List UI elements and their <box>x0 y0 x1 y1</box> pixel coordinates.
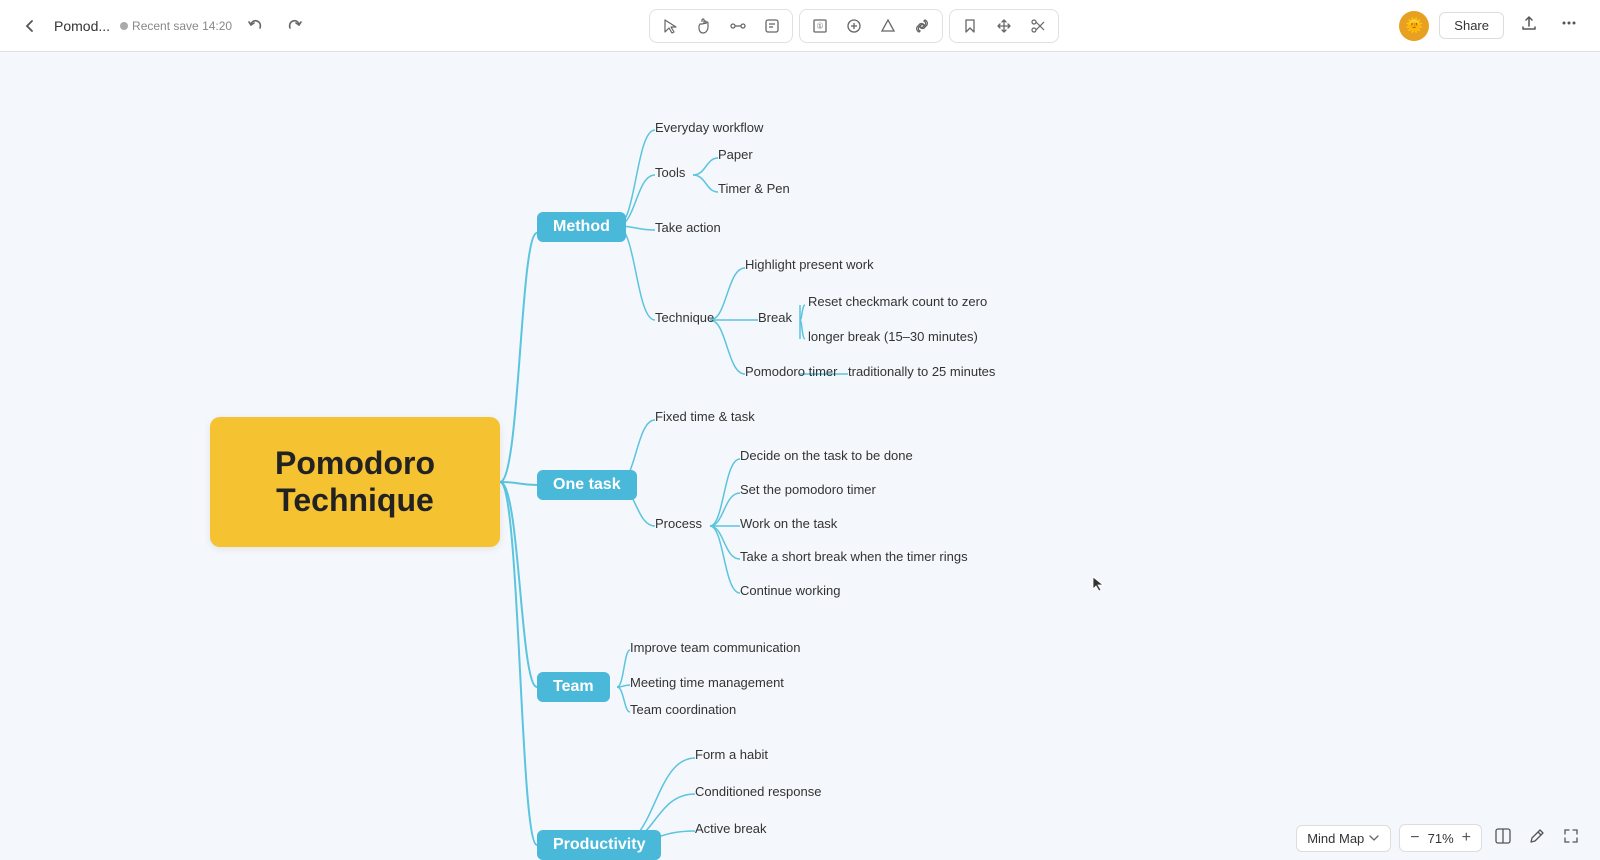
leaf-traditionally[interactable]: traditionally to 25 minutes <box>848 364 995 379</box>
tab-title: Pomod... <box>54 18 110 34</box>
save-label: Recent save 14:20 <box>132 19 232 33</box>
zoom-controls: − 71% + <box>1399 824 1482 852</box>
leaf-reset[interactable]: Reset checkmark count to zero <box>808 294 987 309</box>
tool-scissors[interactable] <box>1022 12 1054 40</box>
leaf-habit[interactable]: Form a habit <box>695 747 768 762</box>
svg-text:①: ① <box>816 21 823 30</box>
upload-button[interactable] <box>1514 10 1544 41</box>
expand-button[interactable] <box>1558 823 1584 854</box>
leaf-break[interactable]: Break <box>758 310 792 325</box>
tool-bookmark[interactable] <box>954 12 986 40</box>
leaf-tools[interactable]: Tools <box>655 165 685 180</box>
toolbar-group-2: ① <box>799 9 943 43</box>
cursor <box>1090 575 1102 587</box>
leaf-pomodoro[interactable]: Pomodoro timer <box>745 364 837 379</box>
leaf-coordination[interactable]: Team coordination <box>630 702 736 717</box>
leaf-everyday[interactable]: Everyday workflow <box>655 120 763 135</box>
branch-method[interactable]: Method <box>537 212 626 242</box>
back-button[interactable] <box>16 14 44 38</box>
branch-method-label: Method <box>553 218 610 235</box>
tool-shape[interactable] <box>872 12 904 40</box>
header-right: 🌞 Share <box>1399 10 1584 41</box>
zoom-level: 71% <box>1428 831 1454 846</box>
branch-onetask-label: One task <box>553 476 621 493</box>
zoom-plus-button[interactable]: + <box>1460 829 1473 847</box>
leaf-fixedtime[interactable]: Fixed time & task <box>655 409 755 424</box>
tool-move[interactable] <box>988 12 1020 40</box>
redo-button[interactable] <box>280 14 308 38</box>
leaf-meeting[interactable]: Meeting time management <box>630 675 784 690</box>
leaf-continue[interactable]: Continue working <box>740 583 840 598</box>
tool-note[interactable] <box>756 12 788 40</box>
tool-connect[interactable] <box>722 12 754 40</box>
branch-productivity[interactable]: Productivity <box>537 830 661 860</box>
leaf-shortbreak[interactable]: Take a short break when the timer rings <box>740 549 968 564</box>
leaf-takeaction[interactable]: Take action <box>655 220 721 235</box>
leaf-highlight[interactable]: Highlight present work <box>745 257 874 272</box>
tool-add[interactable] <box>838 12 870 40</box>
leaf-setpomodoro[interactable]: Set the pomodoro timer <box>740 482 876 497</box>
tool-frame[interactable]: ① <box>804 12 836 40</box>
share-button[interactable]: Share <box>1439 12 1504 39</box>
header-center: ① <box>649 9 1059 43</box>
branch-productivity-label: Productivity <box>553 836 645 853</box>
leaf-activebreak[interactable]: Active break <box>695 821 767 836</box>
bottom-bar: Mind Map − 71% + <box>0 816 1600 860</box>
leaf-technique[interactable]: Technique <box>655 310 714 325</box>
header-left: Pomod... Recent save 14:20 <box>16 14 308 38</box>
toolbar-group-1 <box>649 9 793 43</box>
leaf-paper[interactable]: Paper <box>718 147 753 162</box>
central-node-label: Pomodoro Technique <box>275 445 435 519</box>
branch-onetask[interactable]: One task <box>537 470 637 500</box>
undo-button[interactable] <box>242 14 270 38</box>
map-type-button[interactable]: Mind Map <box>1296 825 1391 852</box>
central-node[interactable]: Pomodoro Technique <box>210 417 500 547</box>
leaf-work[interactable]: Work on the task <box>740 516 837 531</box>
leaf-process[interactable]: Process <box>655 516 702 531</box>
tool-hand[interactable] <box>688 12 720 40</box>
panel-button[interactable] <box>1490 823 1516 854</box>
canvas[interactable]: Pomodoro Technique Method One task Team … <box>0 52 1600 860</box>
zoom-minus-button[interactable]: − <box>1408 829 1421 847</box>
leaf-decide[interactable]: Decide on the task to be done <box>740 448 913 463</box>
toolbar-group-3 <box>949 9 1059 43</box>
leaf-longer[interactable]: longer break (15–30 minutes) <box>808 329 978 344</box>
tool-select[interactable] <box>654 12 686 40</box>
leaf-timerpen[interactable]: Timer & Pen <box>718 181 790 196</box>
save-info: Recent save 14:20 <box>120 19 232 33</box>
pen-button[interactable] <box>1524 823 1550 854</box>
map-type-label: Mind Map <box>1307 831 1364 846</box>
more-button[interactable] <box>1554 10 1584 41</box>
save-dot <box>120 22 128 30</box>
tool-link[interactable] <box>906 12 938 40</box>
logo-circle: 🌞 <box>1399 11 1429 41</box>
leaf-improve[interactable]: Improve team communication <box>630 640 801 655</box>
header: Pomod... Recent save 14:20 <box>0 0 1600 52</box>
branch-team[interactable]: Team <box>537 672 610 702</box>
leaf-conditioned[interactable]: Conditioned response <box>695 784 821 799</box>
branch-team-label: Team <box>553 678 594 695</box>
